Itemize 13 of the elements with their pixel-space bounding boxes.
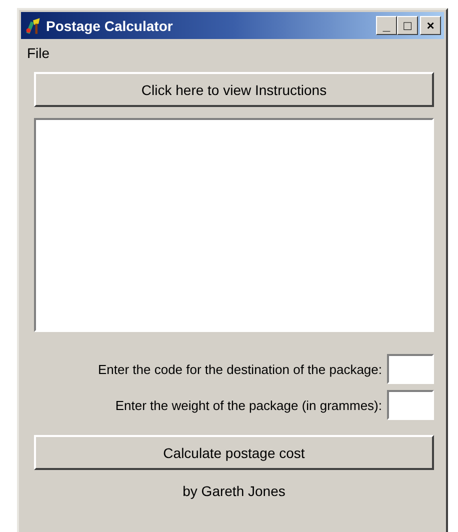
menu-item[interactable]: File bbox=[27, 45, 50, 61]
credit-text: by Gareth Jones bbox=[182, 483, 286, 499]
calculate-button[interactable]: Calculate postage cost bbox=[34, 435, 434, 470]
minimize-button[interactable]: _ bbox=[376, 16, 397, 35]
field-label: Enter the weight of the package (in grammes): bbox=[115, 398, 382, 412]
app-icon bbox=[24, 16, 42, 34]
window-title: Postage Calculator bbox=[46, 18, 174, 34]
instructions-button[interactable]: Click here to view Instructions bbox=[34, 72, 434, 107]
maximize-button[interactable]: □ bbox=[397, 16, 418, 35]
input-field[interactable] bbox=[387, 354, 434, 384]
field-label: Enter the code for the destination of the package: bbox=[98, 362, 382, 376]
input-field[interactable] bbox=[387, 390, 434, 420]
close-button[interactable]: × bbox=[420, 16, 441, 35]
